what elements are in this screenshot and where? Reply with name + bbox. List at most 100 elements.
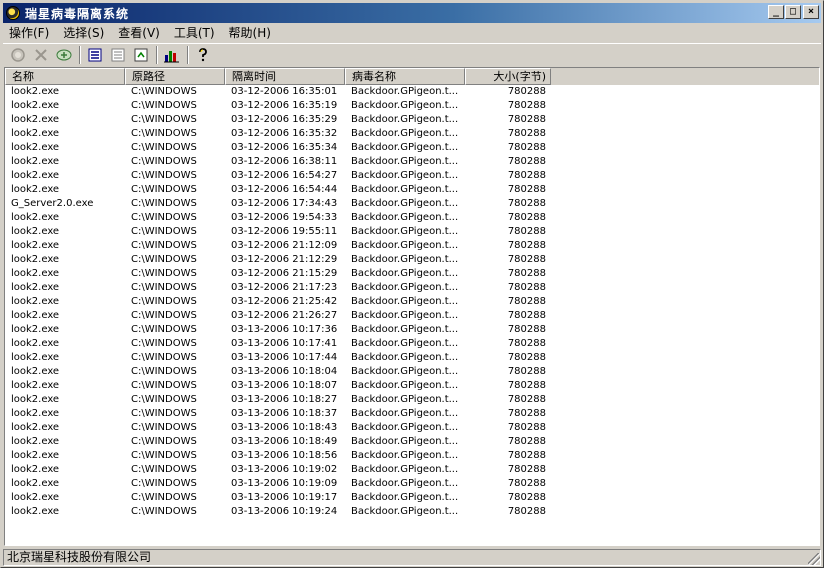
maximize-button[interactable]: □ — [785, 5, 801, 19]
cell-original-path: C:\WINDOWS — [131, 184, 197, 195]
cell-name: G_Server2.0.exe — [11, 198, 94, 209]
table-row[interactable]: look2.exe C:\WINDOWS 03-12-2006 16:35:29 Ba… — [5, 113, 819, 127]
menu-help[interactable]: 帮助(H) — [222, 24, 278, 42]
cell-quarantine-time: 03-12-2006 19:54:33 — [231, 212, 338, 223]
large-icons-view-button[interactable] — [84, 45, 106, 65]
table-row[interactable]: look2.exe C:\WINDOWS 03-13-2006 10:19:02 Ba… — [5, 463, 819, 477]
cell-virus-name: Backdoor.GPigeon.t... — [351, 156, 459, 167]
table-row[interactable]: look2.exe C:\WINDOWS 03-13-2006 10:19:24 Ba… — [5, 505, 819, 519]
table-row[interactable]: look2.exe C:\WINDOWS 03-12-2006 19:55:11 Ba… — [5, 225, 819, 239]
cell-original-path: C:\WINDOWS — [131, 128, 197, 139]
table-row[interactable]: look2.exe C:\WINDOWS 03-12-2006 16:35:01 Ba… — [5, 85, 819, 99]
statistics-button[interactable] — [161, 45, 183, 65]
cell-name: look2.exe — [11, 492, 60, 503]
table-row[interactable]: look2.exe C:\WINDOWS 03-12-2006 21:25:42 Ba… — [5, 295, 819, 309]
table-row[interactable]: look2.exe C:\WINDOWS 03-12-2006 19:54:33 Ba… — [5, 211, 819, 225]
cell-virus-name: Backdoor.GPigeon.t... — [351, 100, 459, 111]
table-row[interactable]: look2.exe C:\WINDOWS 03-12-2006 16:54:27 Ba… — [5, 169, 819, 183]
table-row[interactable]: look2.exe C:\WINDOWS 03-13-2006 10:18:49 Ba… — [5, 435, 819, 449]
table-row[interactable]: look2.exe C:\WINDOWS 03-13-2006 10:18:27 Ba… — [5, 393, 819, 407]
quarantine-list[interactable]: 名称 原路径 隔离时间 病毒名称 大小(字节) look2.exe C:\WIND… — [4, 67, 820, 546]
title-bar[interactable]: 瑞星病毒隔离系统 _ □ × — [3, 3, 821, 23]
cell-name: look2.exe — [11, 338, 60, 349]
cell-size: 780288 — [507, 478, 546, 489]
table-row[interactable]: look2.exe C:\WINDOWS 03-12-2006 16:38:11 Ba… — [5, 155, 819, 169]
cell-original-path: C:\WINDOWS — [131, 254, 197, 265]
toolbar-separator — [156, 45, 158, 64]
cell-size: 780288 — [507, 422, 546, 433]
refresh-icon — [134, 48, 148, 61]
cell-name: look2.exe — [11, 142, 60, 153]
table-row[interactable]: look2.exe C:\WINDOWS 03-12-2006 21:12:09 Ba… — [5, 239, 819, 253]
resize-grip-icon[interactable] — [808, 553, 820, 565]
menu-tools[interactable]: 工具(T) — [167, 24, 222, 42]
cell-size: 780288 — [507, 268, 546, 279]
table-row[interactable]: G_Server2.0.exe C:\WINDOWS 03-12-2006 17:3… — [5, 197, 819, 211]
refresh-button[interactable] — [130, 45, 152, 65]
cell-virus-name: Backdoor.GPigeon.t... — [351, 478, 459, 489]
cell-name: look2.exe — [11, 212, 60, 223]
cell-original-path: C:\WINDOWS — [131, 282, 197, 293]
table-row[interactable]: look2.exe C:\WINDOWS 03-12-2006 21:17:23 Ba… — [5, 281, 819, 295]
cell-original-path: C:\WINDOWS — [131, 156, 197, 167]
cell-size: 780288 — [507, 492, 546, 503]
menu-select[interactable]: 选择(S) — [56, 24, 111, 42]
add-button[interactable] — [53, 45, 75, 65]
cell-size: 780288 — [507, 366, 546, 377]
cell-name: look2.exe — [11, 464, 60, 475]
menu-operate[interactable]: 操作(F) — [3, 24, 56, 42]
cell-virus-name: Backdoor.GPigeon.t... — [351, 338, 459, 349]
table-row[interactable]: look2.exe C:\WINDOWS 03-13-2006 10:19:17 Ba… — [5, 491, 819, 505]
table-row[interactable]: look2.exe C:\WINDOWS 03-13-2006 10:19:09 Ba… — [5, 477, 819, 491]
table-row[interactable]: look2.exe C:\WINDOWS 03-13-2006 10:18:43 Ba… — [5, 421, 819, 435]
cell-quarantine-time: 03-13-2006 10:17:36 — [231, 324, 338, 335]
table-row[interactable]: look2.exe C:\WINDOWS 03-13-2006 10:18:56 Ba… — [5, 449, 819, 463]
close-button[interactable]: × — [803, 5, 819, 19]
table-row[interactable]: look2.exe C:\WINDOWS 03-12-2006 21:26:27 Ba… — [5, 309, 819, 323]
table-row[interactable]: look2.exe C:\WINDOWS 03-13-2006 10:18:37 Ba… — [5, 407, 819, 421]
cell-quarantine-time: 03-13-2006 10:19:17 — [231, 492, 338, 503]
recover-button[interactable] — [7, 45, 29, 65]
column-header-quarantine-time[interactable]: 隔离时间 — [225, 68, 345, 85]
cell-original-path: C:\WINDOWS — [131, 296, 197, 307]
column-header-virus-name[interactable]: 病毒名称 — [345, 68, 465, 85]
cell-quarantine-time: 03-12-2006 21:12:09 — [231, 240, 338, 251]
rising-logo-icon[interactable] — [6, 6, 20, 20]
table-row[interactable]: look2.exe C:\WINDOWS 03-12-2006 16:54:44 Ba… — [5, 183, 819, 197]
cell-size: 780288 — [507, 226, 546, 237]
menu-view[interactable]: 查看(V) — [111, 24, 167, 42]
column-header-size[interactable]: 大小(字节) — [465, 68, 551, 85]
table-row[interactable]: look2.exe C:\WINDOWS 03-13-2006 10:17:44 Ba… — [5, 351, 819, 365]
recover-icon — [11, 47, 25, 62]
cell-name: look2.exe — [11, 114, 60, 125]
column-header-name[interactable]: 名称 — [5, 68, 125, 85]
cell-quarantine-time: 03-13-2006 10:17:41 — [231, 338, 338, 349]
table-row[interactable]: look2.exe C:\WINDOWS 03-13-2006 10:17:36 Ba… — [5, 323, 819, 337]
cell-virus-name: Backdoor.GPigeon.t... — [351, 114, 459, 125]
cell-quarantine-time: 03-12-2006 21:12:29 — [231, 254, 338, 265]
delete-button[interactable] — [30, 45, 52, 65]
column-header-original-path[interactable]: 原路径 — [125, 68, 225, 85]
help-button[interactable] — [192, 45, 214, 65]
table-row[interactable]: look2.exe C:\WINDOWS 03-12-2006 21:12:29 Ba… — [5, 253, 819, 267]
table-row[interactable]: look2.exe C:\WINDOWS 03-12-2006 16:35:32 Ba… — [5, 127, 819, 141]
minimize-button[interactable]: _ — [768, 5, 784, 19]
cell-virus-name: Backdoor.GPigeon.t... — [351, 408, 459, 419]
table-row[interactable]: look2.exe C:\WINDOWS 03-12-2006 16:35:19 Ba… — [5, 99, 819, 113]
cell-quarantine-time: 03-12-2006 16:35:01 — [231, 86, 338, 97]
cell-quarantine-time: 03-12-2006 16:38:11 — [231, 156, 338, 167]
table-row[interactable]: look2.exe C:\WINDOWS 03-13-2006 10:18:07 Ba… — [5, 379, 819, 393]
table-row[interactable]: look2.exe C:\WINDOWS 03-12-2006 21:15:29 Ba… — [5, 267, 819, 281]
cell-size: 780288 — [507, 506, 546, 517]
help-icon — [199, 47, 207, 61]
cell-original-path: C:\WINDOWS — [131, 212, 197, 223]
details-view-button[interactable] — [107, 45, 129, 65]
table-row[interactable]: look2.exe C:\WINDOWS 03-13-2006 10:17:41 Ba… — [5, 337, 819, 351]
table-row[interactable]: look2.exe C:\WINDOWS 03-13-2006 10:18:04 Ba… — [5, 365, 819, 379]
cell-quarantine-time: 03-13-2006 10:19:09 — [231, 478, 338, 489]
cell-size: 780288 — [507, 212, 546, 223]
table-row[interactable]: look2.exe C:\WINDOWS 03-12-2006 16:35:34 Ba… — [5, 141, 819, 155]
cell-name: look2.exe — [11, 310, 60, 321]
cell-virus-name: Backdoor.GPigeon.t... — [351, 436, 459, 447]
cell-virus-name: Backdoor.GPigeon.t... — [351, 394, 459, 405]
